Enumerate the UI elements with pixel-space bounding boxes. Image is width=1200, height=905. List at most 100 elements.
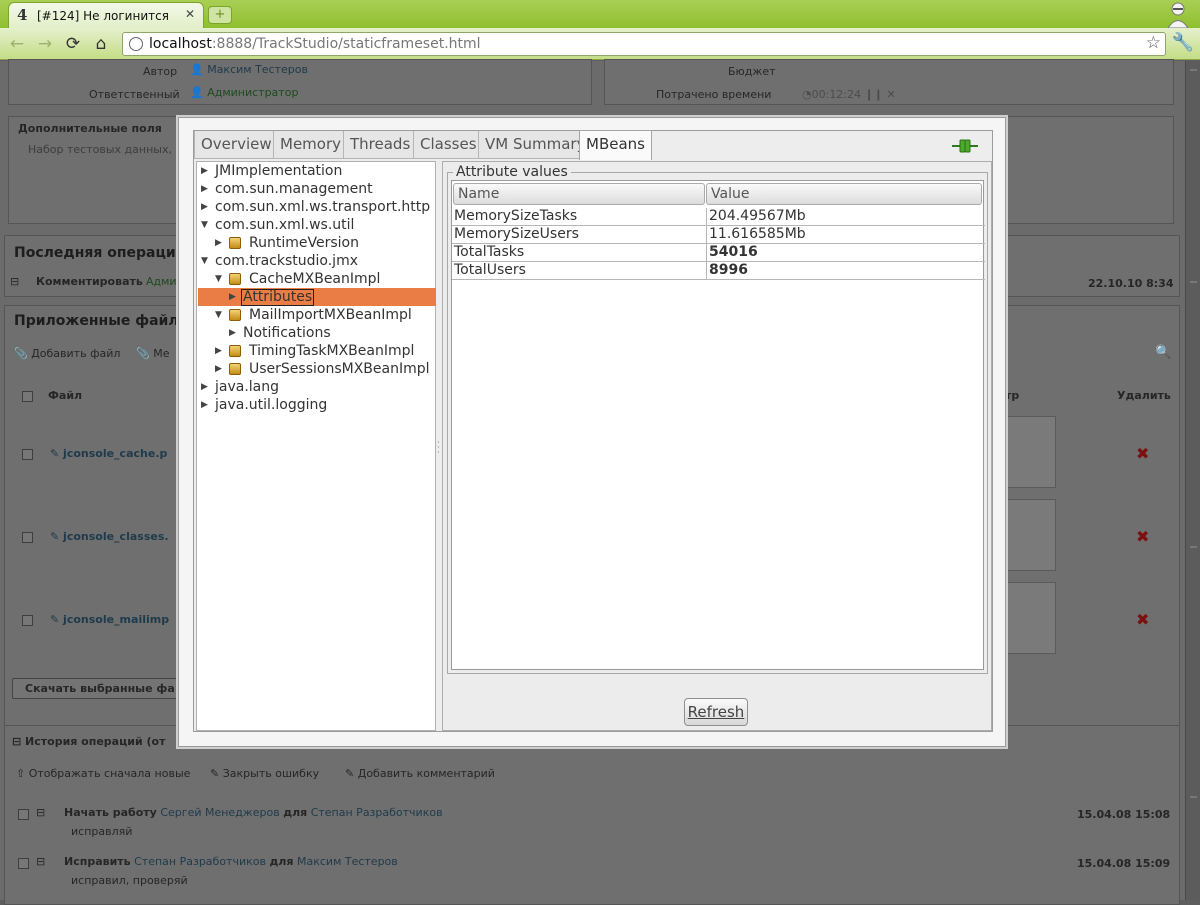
back-arrow-icon[interactable]: ← — [6, 33, 28, 55]
tree-node-trackstudio-jmx[interactable]: ▼ com.trackstudio.jmx — [201, 252, 358, 270]
search-icon[interactable]: 🔍 — [1155, 345, 1171, 360]
table-row[interactable]: MemorySizeTasks 204.49567Mb — [452, 208, 985, 226]
page-scrollbar[interactable] — [1185, 61, 1200, 900]
new-tab-button[interactable]: + — [208, 6, 232, 24]
tab-strip: 4 [#124] Не логинится ✕ + — [0, 0, 1200, 28]
refresh-button[interactable]: Refresh — [684, 698, 748, 726]
file-checkbox-3[interactable] — [22, 615, 33, 626]
mbean-icon — [229, 273, 241, 285]
attribute-values-group: Attribute values Name Value MemorySizeTa… — [447, 164, 988, 674]
second-add-button[interactable]: 📎 Ме — [136, 347, 169, 360]
connection-plug-icon — [952, 139, 978, 153]
tree-node-com-sun-management[interactable]: ▶ com.sun.management — [201, 180, 373, 198]
tree-node-timingtask-mxbean[interactable]: ▶ TimingTaskMXBeanImpl — [215, 342, 414, 360]
browser-tab[interactable]: 4 [#124] Не логинится ✕ — [8, 2, 204, 28]
history-add-comment[interactable]: ✎ Добавить комментарий — [345, 767, 495, 780]
mbean-tree[interactable]: ▶ JMImplementation ▶ com.sun.management ▶ c… — [196, 161, 436, 731]
scroll-grip-middle — [1190, 546, 1197, 548]
expand-icon[interactable]: ⊟ — [10, 275, 19, 288]
table-row[interactable]: TotalUsers 8996 — [452, 262, 985, 280]
attribute-pane: Attribute values Name Value MemorySizeTa… — [442, 161, 992, 731]
file-link-2[interactable]: ✎ jconsole_classes. — [50, 530, 169, 543]
tree-node-notifications[interactable]: ▶ Notifications — [229, 324, 331, 342]
tree-node-attributes[interactable]: ▶ Attributes — [229, 288, 315, 306]
last-operation-title: Последняя операци — [14, 245, 176, 261]
tab-close-icon[interactable]: ✕ — [185, 7, 195, 21]
column-name[interactable]: Name — [453, 183, 705, 205]
add-file-button[interactable]: 📎 Добавить файл — [14, 347, 120, 360]
attribute-table[interactable]: Name Value MemorySizeTasks 204.49567Mb M… — [451, 180, 985, 670]
table-row[interactable]: TotalTasks 54016 — [452, 244, 985, 262]
attr-value: 8996 — [706, 262, 748, 280]
history-close-bug[interactable]: ✎ Закрыть ошибку — [210, 767, 319, 780]
globe-icon — [129, 37, 143, 51]
author-link[interactable]: 👤 Максим Тестеров — [190, 63, 308, 76]
tree-node-runtime-version[interactable]: ▶ RuntimeVersion — [215, 234, 359, 252]
attached-files-title: Приложенные файл — [14, 313, 179, 329]
file-checkbox-2[interactable] — [22, 532, 33, 543]
file-checkbox-1[interactable] — [22, 449, 33, 460]
incognito-avatar-icon — [1167, 2, 1189, 28]
column-preview: тр — [1005, 389, 1020, 402]
budget-label: Бюджет — [728, 65, 776, 78]
attr-value: 54016 — [706, 244, 758, 262]
tree-node-mailimport-mxbean[interactable]: ▼ MailImportMXBeanImpl — [215, 306, 412, 324]
history-checkbox-2[interactable] — [18, 858, 29, 869]
wrench-menu-icon[interactable]: 🔧 — [1172, 32, 1194, 53]
attr-name: MemorySizeUsers — [454, 226, 579, 242]
tree-node-cache-mxbean[interactable]: ▼ CacheMXBeanImpl — [215, 270, 380, 288]
split-pane-divider[interactable]: · · · — [437, 439, 440, 458]
column-value[interactable]: Value — [706, 183, 982, 205]
column-delete: Удалить — [1117, 389, 1171, 402]
tab-memory[interactable]: Memory — [273, 131, 349, 159]
scroll-grip-upper — [1190, 281, 1197, 283]
scroll-grip-top — [1190, 69, 1197, 71]
history-expand-icon-1[interactable]: ⊟ — [36, 806, 45, 819]
mbean-icon — [229, 345, 241, 357]
tab-classes[interactable]: Classes — [413, 131, 484, 159]
history-expand-icon-2[interactable]: ⊟ — [36, 855, 45, 868]
delete-file-icon-1[interactable]: ✖ — [1136, 444, 1149, 463]
attr-name: MemorySizeTasks — [454, 208, 578, 224]
address-bar[interactable]: localhost:8888/TrackStudio/staticframese… — [122, 32, 1166, 56]
url-text: localhost:8888/TrackStudio/staticframese… — [149, 36, 481, 52]
tree-node-ws-transport-http[interactable]: ▶ com.sun.xml.ws.transport.http — [201, 198, 430, 216]
tree-node-jmimplementation[interactable]: ▶ JMImplementation — [201, 162, 342, 180]
tree-node-ws-util[interactable]: ▼ com.sun.xml.ws.util — [201, 216, 354, 234]
tab-mbeans[interactable]: MBeans — [579, 130, 652, 160]
responsible-link[interactable]: 👤 Администратор — [190, 86, 298, 99]
table-row[interactable]: MemorySizeUsers 11.616585Mb — [452, 226, 985, 244]
select-all-checkbox[interactable] — [22, 391, 33, 402]
file-link-1[interactable]: ✎ jconsole_cache.p — [50, 447, 167, 460]
history-comment-1: исправляй — [71, 825, 133, 838]
responsible-label: Ответственный — [89, 88, 180, 101]
delete-file-icon-2[interactable]: ✖ — [1136, 527, 1149, 546]
tab-overview[interactable]: Overview — [194, 131, 279, 159]
mbean-icon — [229, 363, 241, 375]
tab-vm-summary[interactable]: VM Summary — [478, 131, 593, 159]
time-spent-value: ◔00:12:24 ❙❙ ✕ — [802, 88, 896, 101]
download-selected-button[interactable]: Скачать выбранные фа — [12, 678, 188, 699]
tab-threads[interactable]: Threads — [343, 131, 418, 159]
mbean-icon — [229, 237, 241, 249]
column-file: Файл — [48, 389, 83, 402]
tree-node-java-lang[interactable]: ▶ java.lang — [201, 378, 279, 396]
reload-icon[interactable]: ⟳ — [62, 33, 84, 55]
file-link-3[interactable]: ✎ jconsole_mailimp — [50, 613, 169, 626]
tree-node-usersessions-mxbean[interactable]: ▶ UserSessionsMXBeanImpl — [215, 360, 430, 378]
history-checkbox-1[interactable] — [18, 809, 29, 820]
jconsole-dialog: Overview Memory Threads Classes VM Summa… — [178, 117, 1006, 747]
home-icon[interactable]: ⌂ — [90, 33, 112, 55]
delete-file-icon-3[interactable]: ✖ — [1136, 610, 1149, 629]
forward-arrow-icon[interactable]: → — [34, 33, 56, 55]
trackstudio-favicon-icon: 4 — [17, 6, 28, 24]
tree-node-java-util-logging[interactable]: ▶ java.util.logging — [201, 396, 327, 414]
attribute-values-legend: Attribute values — [453, 164, 571, 180]
last-operation-date: 22.10.10 8:34 — [1088, 277, 1174, 290]
bookmark-star-icon[interactable]: ☆ — [1146, 33, 1161, 53]
history-show-newest[interactable]: ⇧ Отображать сначала новые — [16, 767, 190, 780]
scroll-grip-bottom — [1190, 796, 1197, 798]
history-entry-2: Исправить Степан Разработчиков для Макси… — [64, 855, 398, 868]
jconsole-panel: Overview Memory Threads Classes VM Summa… — [193, 130, 993, 732]
last-operation-user[interactable]: Адми — [146, 275, 177, 288]
